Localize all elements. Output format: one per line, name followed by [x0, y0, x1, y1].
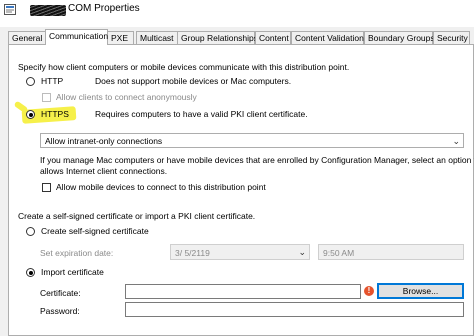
- tab-group-relationships[interactable]: Group Relationships: [177, 31, 258, 44]
- tab-content[interactable]: Content: [255, 31, 291, 44]
- expiration-time-value: 9:50 AM: [323, 248, 355, 258]
- error-icon: !: [364, 286, 374, 296]
- expiration-date-picker[interactable]: 3/ 5/2119 ⌄: [170, 244, 310, 260]
- connection-type-select[interactable]: Allow intranet-only connections ⌄: [40, 133, 464, 148]
- connection-type-value: Allow intranet-only connections: [45, 136, 163, 146]
- expiration-time-picker[interactable]: 9:50 AM: [318, 244, 464, 260]
- certificate-label: Certificate:: [40, 288, 81, 298]
- allow-mobile-checkbox[interactable]: [42, 183, 51, 192]
- certificate-path-input[interactable]: [125, 284, 361, 299]
- allow-anonymous-checkbox[interactable]: [42, 93, 51, 102]
- password-input[interactable]: [125, 302, 464, 317]
- mac-note-line2: allows Internet client connections.: [40, 166, 168, 176]
- self-signed-radio[interactable]: [26, 227, 35, 236]
- https-label[interactable]: HTTPS: [41, 109, 69, 119]
- certificate-intro: Create a self-signed certificate or impo…: [18, 211, 256, 221]
- allow-anonymous-label: Allow clients to connect anonymously: [56, 92, 197, 102]
- password-label: Password:: [40, 306, 80, 316]
- expiration-label: Set expiration date:: [40, 248, 114, 258]
- allow-mobile-label[interactable]: Allow mobile devices to connect to this …: [56, 182, 266, 192]
- tab-boundary-groups[interactable]: Boundary Groups: [364, 31, 435, 44]
- communication-intro: Specify how client computers or mobile d…: [18, 62, 350, 72]
- tab-pxe[interactable]: PXE: [107, 31, 134, 44]
- http-label[interactable]: HTTP: [41, 76, 63, 86]
- import-certificate-label[interactable]: Import certificate: [41, 267, 104, 277]
- tab-multicast[interactable]: Multicast: [136, 31, 178, 44]
- browse-button[interactable]: Browse...: [377, 283, 464, 299]
- tab-general[interactable]: General: [8, 31, 46, 44]
- tab-security[interactable]: Security: [433, 31, 470, 44]
- http-description: Does not support mobile devices or Mac c…: [95, 76, 292, 86]
- http-radio[interactable]: [26, 77, 35, 86]
- mac-note-line1: If you manage Mac computers or have mobi…: [40, 155, 474, 165]
- import-certificate-radio[interactable]: [26, 268, 35, 277]
- chevron-down-icon: ⌄: [298, 247, 306, 257]
- window-title: COM Properties: [68, 3, 140, 14]
- title-bar: COM Properties: [0, 0, 474, 27]
- properties-icon: [4, 4, 16, 15]
- expiration-date-value: 3/ 5/2119: [175, 248, 210, 258]
- self-signed-label[interactable]: Create self-signed certificate: [41, 226, 149, 236]
- https-radio[interactable]: [26, 110, 35, 119]
- redacted-server-name: [30, 5, 66, 16]
- tab-communication[interactable]: Communication: [45, 29, 108, 45]
- https-description: Requires computers to have a valid PKI c…: [95, 109, 308, 119]
- tab-content-validation[interactable]: Content Validation: [291, 31, 364, 44]
- chevron-down-icon: ⌄: [452, 136, 460, 146]
